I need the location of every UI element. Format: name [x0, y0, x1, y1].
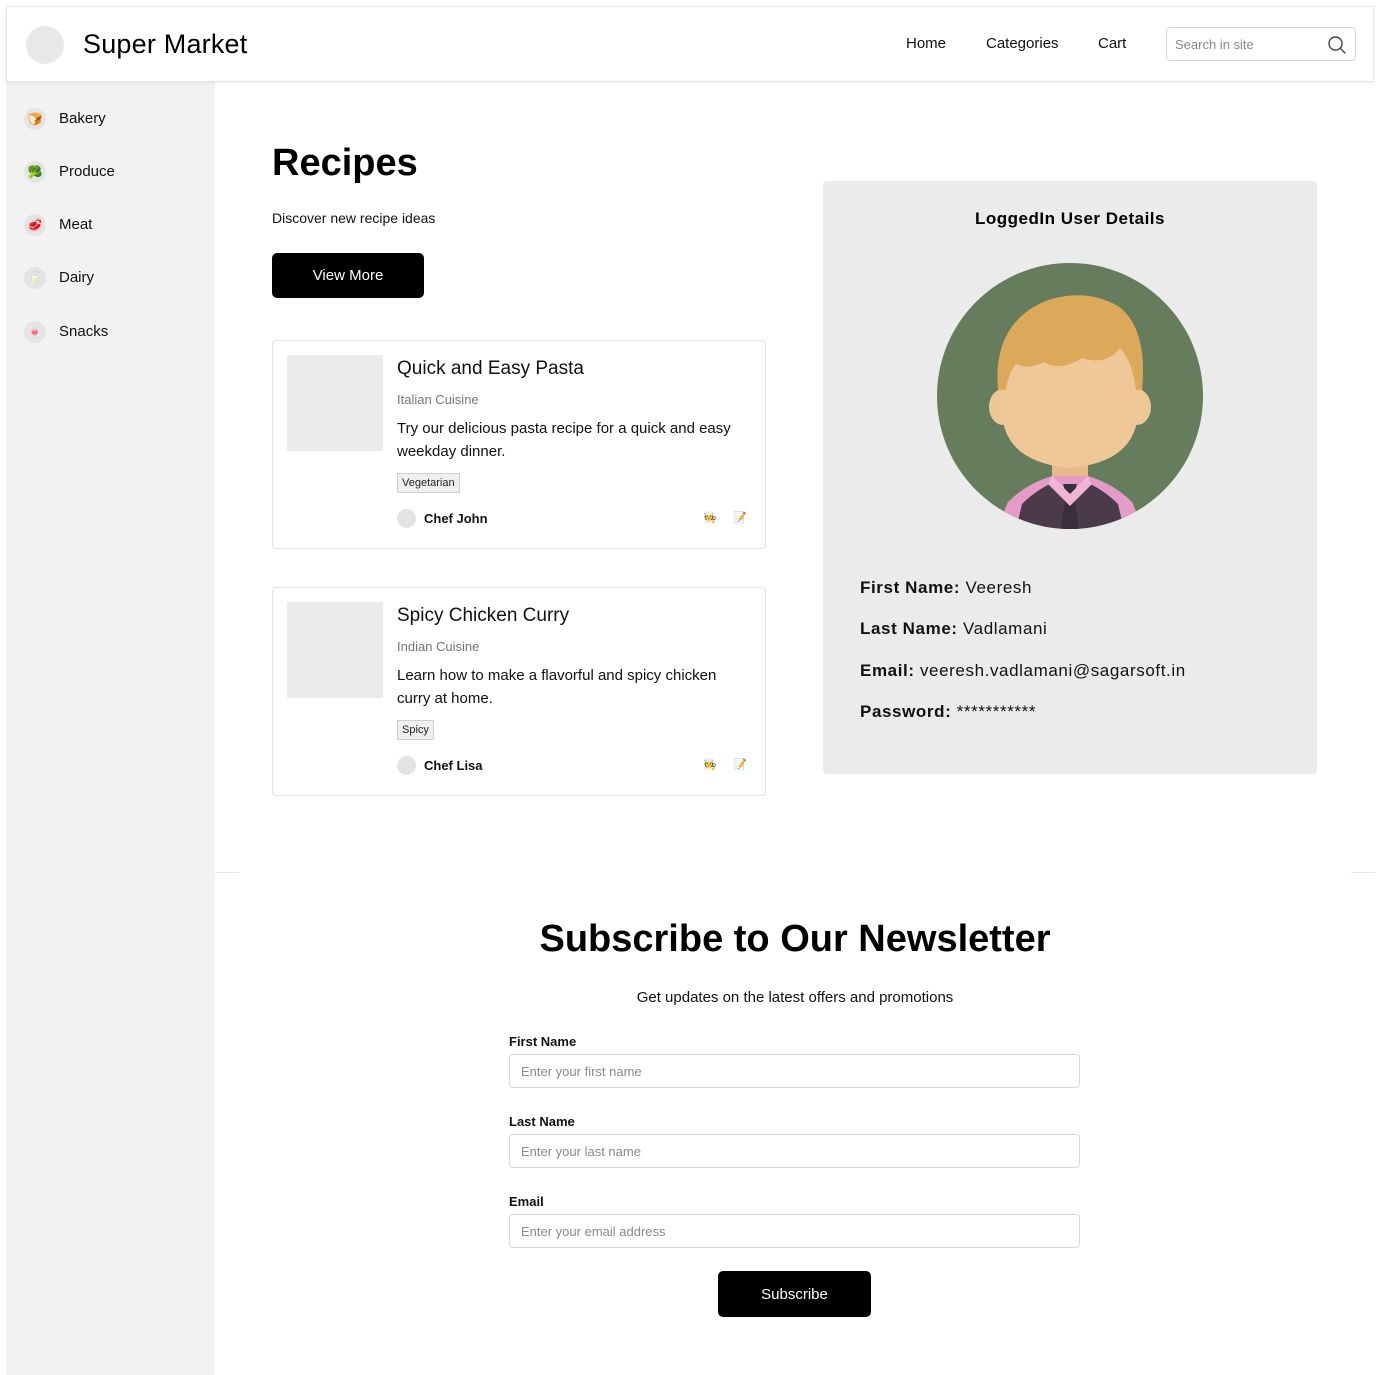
brand-name[interactable]: Super Market [83, 29, 247, 60]
newsletter-title: Subscribe to Our Newsletter [539, 918, 1051, 960]
password-value: *********** [956, 702, 1037, 721]
sidebar-item-label: Meat [59, 216, 93, 233]
sidebar-item-label: Snacks [59, 323, 109, 340]
email-row: Email: veeresh.vadlamani@sagarsoft.in [860, 661, 1186, 681]
author-avatar [397, 509, 416, 528]
user-details-panel: LoggedIn User Details First Name: Veeres… [823, 181, 1317, 774]
page-subtitle: Discover new recipe ideas [272, 210, 436, 226]
email-value: veeresh.vadlamani@sagarsoft.in [919, 661, 1186, 680]
user-details-title: LoggedIn User Details [975, 209, 1165, 228]
sidebar-item-label: Dairy [59, 269, 95, 286]
recipe-cuisine: Indian Cuisine [397, 639, 480, 654]
last-name-field-label: Last Name [509, 1114, 575, 1129]
sidebar-item-label: Bakery [59, 110, 106, 127]
recipe-image [287, 355, 383, 451]
section-divider [215, 872, 239, 873]
meat-icon: 🥩 [24, 214, 46, 236]
email-field[interactable] [509, 1214, 1080, 1248]
sidebar: 🍞 Bakery 🥦 Produce 🥩 Meat 🥛 Dairy 🍬 Snac… [6, 82, 215, 1375]
user-avatar [937, 263, 1203, 529]
recipe-card[interactable]: Spicy Chicken Curry Indian Cuisine Learn… [272, 587, 766, 796]
author-avatar [397, 756, 416, 775]
top-header: Super Market Home Categories Cart [6, 6, 1374, 82]
recipe-title[interactable]: Quick and Easy Pasta [397, 358, 584, 380]
last-name-field[interactable] [509, 1134, 1080, 1168]
recipe-description: Try our delicious pasta recipe for a qui… [397, 420, 731, 460]
memo-icon[interactable]: 📝 [732, 757, 748, 773]
bread-icon: 🍞 [24, 108, 46, 130]
recipe-tag: Vegetarian [397, 473, 460, 493]
email-field-label: Email [509, 1194, 544, 1209]
recipe-image [287, 602, 383, 698]
sidebar-item-produce[interactable]: 🥦 Produce [24, 160, 204, 184]
first-name-field-label: First Name [509, 1034, 577, 1049]
view-more-button[interactable]: View More [272, 253, 424, 298]
nav-cart[interactable]: Cart [1098, 35, 1126, 52]
logo[interactable] [26, 26, 64, 64]
search-box [1166, 27, 1356, 61]
recipe-tag: Spicy [397, 720, 434, 740]
candy-icon: 🍬 [24, 321, 46, 343]
sidebar-item-dairy[interactable]: 🥛 Dairy [24, 266, 204, 290]
sidebar-item-bakery[interactable]: 🍞 Bakery [24, 107, 204, 131]
sidebar-item-meat[interactable]: 🥩 Meat [24, 213, 204, 237]
recipe-card[interactable]: Quick and Easy Pasta Italian Cuisine Try… [272, 340, 766, 549]
nav-categories[interactable]: Categories [986, 35, 1059, 52]
subscribe-button[interactable]: Subscribe [718, 1271, 871, 1317]
section-divider [1351, 872, 1375, 873]
search-icon[interactable] [1327, 35, 1347, 55]
last-name-row: Last Name: Vadlamani [860, 619, 1047, 639]
last-name-label: Last Name: [860, 619, 958, 638]
first-name-label: First Name: [860, 578, 961, 597]
newsletter-subtitle: Get updates on the latest offers and pro… [636, 989, 954, 1006]
recipe-cuisine: Italian Cuisine [397, 392, 479, 407]
recipe-author[interactable]: Chef Lisa [424, 758, 483, 773]
nav-home[interactable]: Home [906, 35, 946, 52]
chef-icon[interactable]: 🧑‍🍳 [702, 757, 718, 773]
email-label: Email: [860, 661, 915, 680]
memo-icon[interactable]: 📝 [732, 510, 748, 526]
first-name-field[interactable] [509, 1054, 1080, 1088]
sidebar-item-snacks[interactable]: 🍬 Snacks [24, 320, 204, 344]
recipe-description: Learn how to make a flavorful and spicy … [397, 667, 717, 707]
milk-icon: 🥛 [24, 267, 46, 289]
page-title: Recipes [272, 142, 418, 184]
broccoli-icon: 🥦 [24, 161, 46, 183]
recipe-author[interactable]: Chef John [424, 511, 488, 526]
password-label: Password: [860, 702, 952, 721]
last-name-value: Vadlamani [962, 619, 1048, 638]
search-input[interactable] [1167, 28, 1317, 60]
password-row: Password: *********** [860, 702, 1036, 722]
sidebar-item-label: Produce [59, 163, 115, 180]
first-name-row: First Name: Veeresh [860, 578, 1032, 598]
first-name-value: Veeresh [965, 578, 1033, 597]
recipe-title[interactable]: Spicy Chicken Curry [397, 605, 569, 627]
chef-icon[interactable]: 🧑‍🍳 [702, 510, 718, 526]
